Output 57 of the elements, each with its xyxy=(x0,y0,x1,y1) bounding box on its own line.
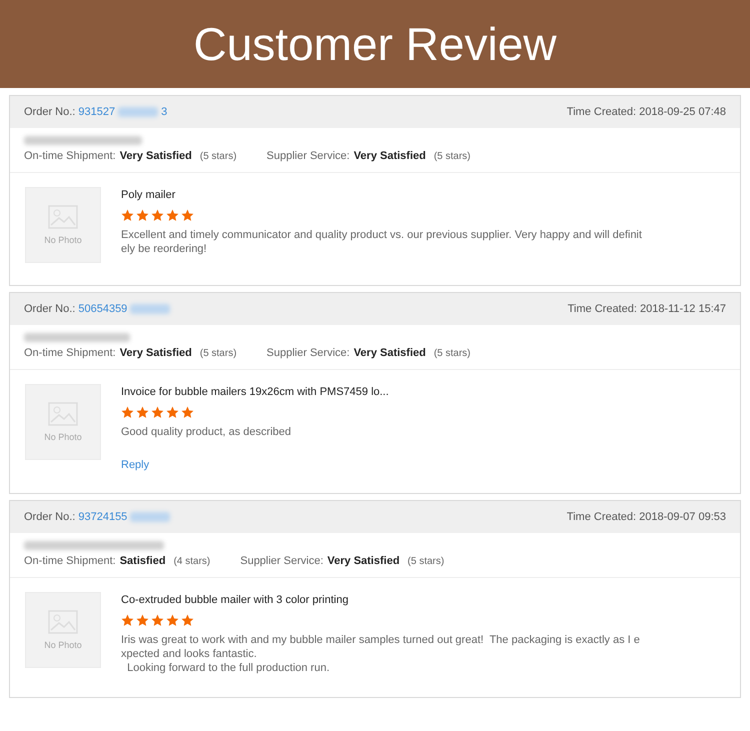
blurred-digits xyxy=(130,512,170,522)
no-photo-text: No Photo xyxy=(44,432,82,442)
star-icon xyxy=(151,614,164,627)
time-created: Time Created: 2018-11-12 15:47 xyxy=(568,303,726,315)
reply-link[interactable]: Reply xyxy=(121,459,389,471)
star-icon xyxy=(136,209,149,222)
order-label: Order No.: xyxy=(24,303,76,315)
rating-stars-text: (5 stars) xyxy=(200,151,237,162)
star-icon xyxy=(166,614,179,627)
star-icon xyxy=(136,614,149,627)
rating-label: On-time Shipment: xyxy=(24,347,116,359)
rating-label: Supplier Service: xyxy=(266,150,350,162)
rating-value: Very Satisfied xyxy=(354,150,426,162)
blurred-digits xyxy=(130,304,170,314)
no-photo-text: No Photo xyxy=(44,640,82,650)
order-number[interactable]: 93724155 xyxy=(78,511,128,523)
order-label: Order No.: xyxy=(24,511,76,523)
star-icon xyxy=(181,406,194,419)
rating-value: Very Satisfied xyxy=(120,150,192,162)
no-photo-text: No Photo xyxy=(44,235,82,245)
rating-label: Supplier Service: xyxy=(266,347,350,359)
time-created: Time Created: 2018-09-25 07:48 xyxy=(566,106,726,118)
rating-stars-text: (5 stars) xyxy=(434,348,471,359)
rating-value: Very Satisfied xyxy=(120,347,192,359)
rating-label: Supplier Service: xyxy=(240,555,324,567)
star-icon xyxy=(181,614,194,627)
product-name: Invoice for bubble mailers 19x26cm with PMS7459 lo... xyxy=(121,386,389,398)
star-icon xyxy=(181,209,194,222)
product-name: Co-extruded bubble mailer with 3 color printing xyxy=(121,594,350,606)
rating-stars-text: (5 stars) xyxy=(200,348,237,359)
blurred-digits xyxy=(118,107,158,117)
rating-stars-text: (5 stars) xyxy=(434,151,471,162)
star-icon xyxy=(166,209,179,222)
rating-value: Very Satisfied xyxy=(354,347,426,359)
time-created: Time Created: 2018-09-07 09:53 xyxy=(566,511,726,523)
star-icon xyxy=(136,406,149,419)
star-icon xyxy=(166,406,179,419)
order-number[interactable]: 50654359 xyxy=(78,303,128,315)
star-icon xyxy=(151,406,164,419)
star-icon xyxy=(121,209,134,222)
rating-label: On-time Shipment: xyxy=(24,555,116,567)
rating-value: Satisfied xyxy=(120,555,166,567)
review-text: Excellent and timely communicator and quality product vs. our previous supplier. Very happy and will definit ely be reordering! xyxy=(121,228,642,256)
order-number[interactable]: 931527 xyxy=(78,106,116,118)
banner-title: Customer Review xyxy=(194,21,556,67)
star-icon xyxy=(151,209,164,222)
review-text: Iris was great to work with and my bubble mailer samples turned out great! The packaging is exactly as I e xpected and looks fantastic. Looking forward to the full production run. xyxy=(121,633,640,675)
rating-label: On-time Shipment: xyxy=(24,150,116,162)
order-number[interactable]: 3 xyxy=(161,106,168,118)
rating-stars-text: (4 stars) xyxy=(174,556,210,567)
review-text: Good quality product, as described xyxy=(121,425,292,439)
star-icon xyxy=(121,406,134,419)
product-name: Poly mailer xyxy=(121,189,176,201)
rating-value: Very Satisfied xyxy=(327,555,400,567)
rating-stars-text: (5 stars) xyxy=(408,556,444,567)
star-icon xyxy=(121,614,134,627)
order-label: Order No.: xyxy=(24,106,76,118)
